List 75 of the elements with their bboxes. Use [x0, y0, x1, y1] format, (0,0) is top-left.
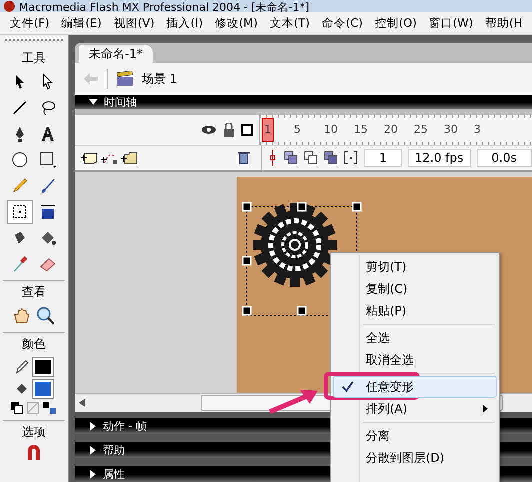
edit-frames-icon[interactable]: [324, 151, 338, 165]
frame-number: 5: [294, 122, 302, 138]
current-frame-field: 1: [364, 149, 402, 167]
bracket-icon[interactable]: [344, 151, 358, 165]
onion-outline-icon[interactable]: [304, 151, 318, 165]
lock-icon[interactable]: [223, 123, 235, 137]
menu-item[interactable]: 排列(A): [333, 398, 497, 420]
menu-item[interactable]: 粘贴(P): [333, 300, 497, 322]
frame-number: 10: [324, 122, 339, 138]
search-icon[interactable]: [36, 306, 56, 326]
expand-triangle-icon: [89, 470, 97, 478]
panel-header[interactable]: 时间轴: [75, 95, 532, 109]
onion-skin-icon[interactable]: [284, 151, 298, 165]
section-title: 选项: [22, 424, 46, 441]
menu-item[interactable]: 取消全选: [333, 349, 497, 371]
playhead[interactable]: 1: [262, 118, 274, 142]
paint-bucket-icon: [15, 381, 29, 397]
eye-icon[interactable]: [201, 125, 217, 135]
menu-item[interactable]: 窗口(W): [423, 14, 480, 32]
frame-number: 30: [444, 122, 459, 138]
pencil-icon: [15, 359, 29, 375]
menu-item[interactable]: 修改(M): [209, 14, 264, 32]
frame-rate-field[interactable]: 12.0 fps: [408, 149, 471, 167]
menu-item[interactable]: 插入(I): [160, 14, 210, 32]
document-tab[interactable]: 未命名-1*: [79, 45, 153, 63]
magnet-icon[interactable]: [26, 444, 42, 460]
scroll-left-icon[interactable]: [79, 399, 85, 407]
menu-item[interactable]: 命令(C): [316, 14, 369, 32]
menu-item[interactable]: 复制(C): [333, 278, 497, 300]
swap-colors-icon[interactable]: [43, 402, 57, 414]
hand-icon[interactable]: [12, 306, 32, 326]
default-colors-icon[interactable]: [11, 402, 23, 414]
menu-item[interactable]: 视图(V): [108, 14, 161, 32]
menu-item[interactable]: 控制(O): [368, 14, 424, 32]
frame-number: 20: [384, 122, 399, 138]
frame-number: 3: [474, 122, 482, 138]
selection-frame[interactable]: [242, 202, 362, 316]
section-title: 颜色: [22, 336, 46, 353]
expand-triangle-icon: [89, 446, 97, 454]
line-icon: [11, 99, 29, 117]
collapse-triangle-icon: [89, 98, 98, 106]
add-folder-icon[interactable]: [121, 151, 139, 165]
section-title: 查看: [22, 284, 46, 301]
menu-item[interactable]: 帮助(H: [479, 14, 529, 32]
tool-button[interactable]: [7, 200, 33, 224]
center-frame-icon[interactable]: [268, 150, 278, 166]
frame-number: 15: [354, 122, 369, 138]
menu-item[interactable]: 剪切(T): [333, 256, 497, 278]
circle-icon: [11, 151, 29, 169]
menu-item[interactable]: 全选: [333, 327, 497, 349]
menu-item[interactable]: 文本(T): [264, 14, 316, 32]
color-swatch[interactable]: [33, 358, 53, 376]
clapperboard-icon: [116, 71, 134, 87]
brush-icon: [39, 177, 57, 195]
app-logo-icon: [4, 1, 15, 12]
dropper-icon: [11, 255, 29, 273]
rectangle-icon: [39, 151, 57, 169]
submenu-arrow-icon: [483, 405, 488, 413]
menu-item[interactable]: 编辑(E): [56, 14, 108, 32]
transform-icon: [11, 203, 29, 221]
elapsed-time-field: 0.0s: [476, 149, 532, 167]
frame-number: 25: [414, 122, 429, 138]
menu-item[interactable]: 文件(F): [4, 14, 56, 32]
outline-square-icon[interactable]: [241, 124, 253, 136]
text-tool-icon: [39, 125, 57, 143]
expand-triangle-icon: [89, 422, 97, 430]
no-color-icon[interactable]: [27, 402, 39, 414]
trash-icon[interactable]: [237, 151, 252, 165]
gradient-icon: [39, 203, 57, 221]
menu-item[interactable]: 任意变形: [333, 376, 497, 398]
toolbox-title: 工具: [22, 50, 46, 67]
color-swatch[interactable]: [33, 380, 53, 398]
pencil-icon: [11, 177, 29, 195]
add-layer-icon[interactable]: [81, 151, 99, 165]
scene-label: 场景 1: [142, 70, 178, 88]
